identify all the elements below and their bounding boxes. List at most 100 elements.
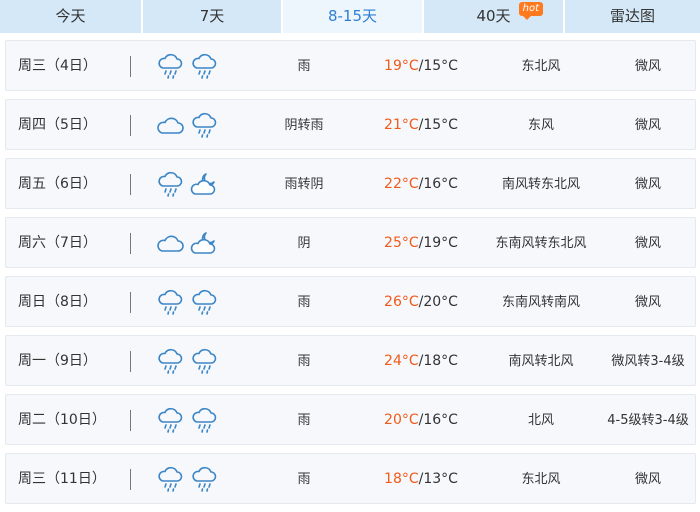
day-date: 周日（8日） bbox=[18, 294, 97, 310]
wind-force: 微风 bbox=[634, 472, 661, 487]
divider bbox=[130, 174, 131, 195]
wind-force: 4-5级转3-4级 bbox=[607, 413, 689, 428]
wind-force: 微风 bbox=[634, 59, 661, 74]
weather-condition: 雨 bbox=[297, 295, 311, 310]
wind-direction: 南风转北风 bbox=[508, 354, 574, 369]
forecast-row: 周四（5日） 阴转雨 21°C/15°C 东风 微风 bbox=[5, 99, 696, 150]
divider bbox=[130, 233, 131, 254]
tab-label: 雷达图 bbox=[609, 7, 655, 25]
wind-direction: 东南风转东北风 bbox=[495, 236, 587, 251]
tab-label: 40天 bbox=[476, 7, 511, 25]
low-temp: 15°C bbox=[423, 58, 458, 74]
temperature: 21°C/15°C bbox=[384, 117, 458, 133]
tab-label: 8-15天 bbox=[327, 7, 378, 25]
tab-40-days[interactable]: 40天 hot bbox=[424, 0, 565, 33]
wind-force: 微风 bbox=[634, 177, 661, 192]
weather-icons bbox=[156, 218, 236, 269]
tab-label: 今天 bbox=[55, 7, 86, 25]
wind-direction: 东南风转南风 bbox=[501, 295, 580, 310]
divider bbox=[130, 115, 131, 136]
rain-icon bbox=[190, 465, 220, 495]
wind-direction: 东北风 bbox=[521, 59, 561, 74]
day-date: 周三（4日） bbox=[18, 58, 97, 74]
low-temp: 15°C bbox=[423, 117, 458, 133]
weather-icons bbox=[156, 41, 236, 92]
divider bbox=[130, 351, 131, 372]
weather-icons bbox=[156, 454, 236, 505]
low-temp: 18°C bbox=[423, 353, 458, 369]
rain-icon bbox=[156, 347, 186, 377]
day-date: 周四（5日） bbox=[18, 117, 97, 133]
weather-condition: 雨转阴 bbox=[284, 177, 324, 192]
rain-icon bbox=[156, 288, 186, 318]
rain-icon bbox=[156, 406, 186, 436]
day-date: 周二（10日） bbox=[18, 412, 106, 428]
day-date: 周六（7日） bbox=[18, 235, 97, 251]
day-date: 周一（9日） bbox=[18, 353, 97, 369]
rain-icon bbox=[156, 465, 186, 495]
rain-icon bbox=[156, 52, 186, 82]
weather-icons bbox=[156, 100, 236, 151]
hot-badge: hot bbox=[518, 2, 543, 20]
tab-today[interactable]: 今天 bbox=[0, 0, 143, 33]
weather-icons bbox=[156, 395, 236, 446]
forecast-row: 周三（11日） 雨 18°C/13°C 东北风 微风 bbox=[5, 453, 696, 504]
weather-condition: 阴转雨 bbox=[284, 118, 324, 133]
low-temp: 13°C bbox=[423, 471, 458, 487]
forecast-row: 周日（8日） 雨 26°C/20°C 东南风转南风 微风 bbox=[5, 276, 696, 327]
cloudy-icon bbox=[156, 111, 186, 141]
weather-condition: 雨 bbox=[297, 413, 311, 428]
forecast-tabs: 今天 7天 8-15天 40天 hot 雷达图 bbox=[0, 0, 700, 33]
temperature: 20°C/16°C bbox=[384, 412, 458, 428]
forecast-row: 周六（7日） 阴 25°C/19°C 东南风转东北风 微风 bbox=[5, 217, 696, 268]
temperature: 24°C/18°C bbox=[384, 353, 458, 369]
weather-condition: 雨 bbox=[297, 472, 311, 487]
wind-direction: 东北风 bbox=[521, 472, 561, 487]
forecast-list: 周三（4日） 雨 19°C/15°C 东北风 微风 周四（5日） 阴转雨 21°… bbox=[5, 40, 696, 512]
wind-force: 微风 bbox=[634, 295, 661, 310]
rain-icon bbox=[190, 288, 220, 318]
forecast-row: 周二（10日） 雨 20°C/16°C 北风 4-5级转3-4级 bbox=[5, 394, 696, 445]
low-temp: 16°C bbox=[423, 412, 458, 428]
high-temp: 26°C bbox=[384, 294, 419, 310]
temperature: 18°C/13°C bbox=[384, 471, 458, 487]
rain-icon bbox=[156, 170, 186, 200]
high-temp: 24°C bbox=[384, 353, 419, 369]
temperature: 22°C/16°C bbox=[384, 176, 458, 192]
forecast-row: 周五（6日） 雨转阴 22°C/16°C 南风转东北风 微风 bbox=[5, 158, 696, 209]
weather-icons bbox=[156, 336, 236, 387]
wind-force: 微风 bbox=[634, 236, 661, 251]
wind-force: 微风转3-4级 bbox=[611, 354, 685, 369]
weather-icons bbox=[156, 277, 236, 328]
temperature: 25°C/19°C bbox=[384, 235, 458, 251]
tab-7-days[interactable]: 7天 bbox=[143, 0, 283, 33]
divider bbox=[130, 410, 131, 431]
wind-direction: 南风转东北风 bbox=[501, 177, 580, 192]
rain-icon bbox=[190, 347, 220, 377]
wind-direction: 北风 bbox=[527, 413, 554, 428]
forecast-row: 周一（9日） 雨 24°C/18°C 南风转北风 微风转3-4级 bbox=[5, 335, 696, 386]
high-temp: 19°C bbox=[384, 58, 419, 74]
day-date: 周五（6日） bbox=[18, 176, 97, 192]
cloudy-night-icon bbox=[190, 229, 220, 259]
high-temp: 25°C bbox=[384, 235, 419, 251]
weather-condition: 雨 bbox=[297, 59, 311, 74]
high-temp: 21°C bbox=[384, 117, 419, 133]
tab-8-15-days[interactable]: 8-15天 bbox=[283, 0, 424, 33]
high-temp: 18°C bbox=[384, 471, 419, 487]
tab-label: 7天 bbox=[199, 7, 225, 25]
weather-condition: 雨 bbox=[297, 354, 311, 369]
high-temp: 20°C bbox=[384, 412, 419, 428]
tab-radar[interactable]: 雷达图 bbox=[565, 0, 700, 33]
divider bbox=[130, 469, 131, 490]
divider bbox=[130, 292, 131, 313]
day-date: 周三（11日） bbox=[18, 471, 106, 487]
wind-direction: 东风 bbox=[527, 118, 554, 133]
rain-icon bbox=[190, 406, 220, 436]
low-temp: 16°C bbox=[423, 176, 458, 192]
temperature: 26°C/20°C bbox=[384, 294, 458, 310]
wind-force: 微风 bbox=[634, 118, 661, 133]
low-temp: 19°C bbox=[423, 235, 458, 251]
rain-icon bbox=[190, 111, 220, 141]
high-temp: 22°C bbox=[384, 176, 419, 192]
